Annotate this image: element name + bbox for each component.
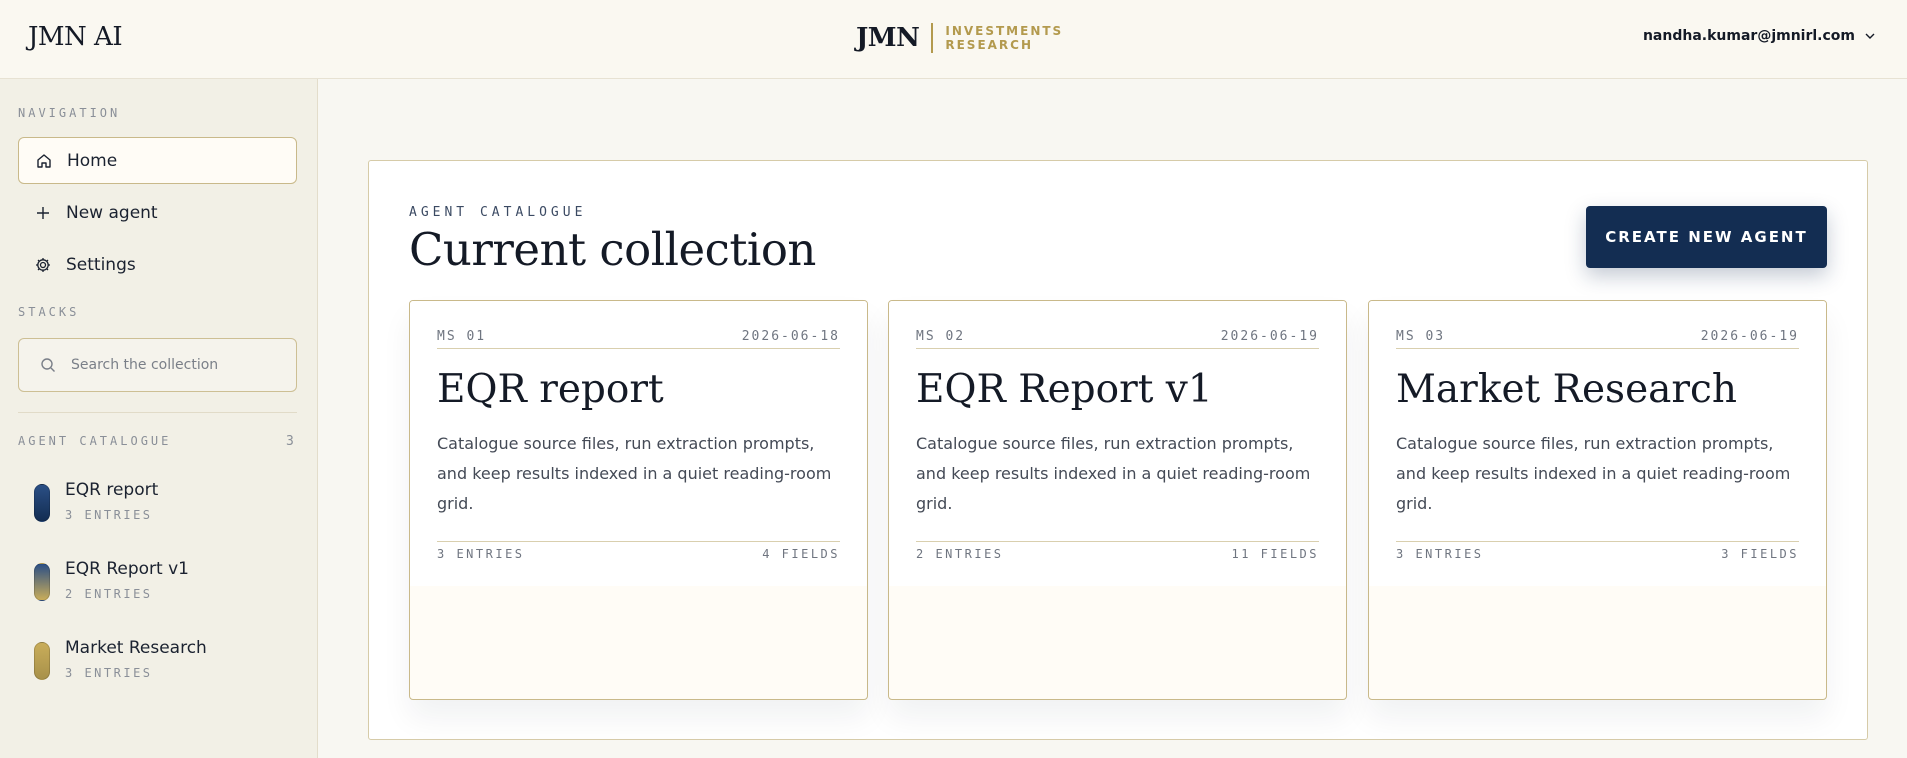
card-number: MS 02	[916, 329, 966, 344]
plus-icon	[37, 206, 49, 219]
card-entries: 2 ENTRIES	[916, 547, 1004, 561]
catalogue-item-name: Market Research	[65, 638, 207, 658]
catalogue-item-market-research[interactable]: Market Research 3 ENTRIES	[30, 638, 290, 692]
sidebar-item-home[interactable]: Home	[18, 137, 297, 184]
sidebar-item-label: New agent	[66, 202, 158, 223]
catalogue-item-name: EQR report	[65, 480, 159, 500]
sidebar-item-settings[interactable]: Settings	[18, 241, 297, 288]
catalogue-item-eqr-report[interactable]: EQR report 3 ENTRIES	[30, 480, 290, 534]
card-date: 2026-06-18	[741, 329, 840, 344]
card-footer: 3 ENTRIES 3 FIELDS	[1396, 541, 1799, 563]
agent-card-market-research[interactable]: MS 03 2026-06-19 Market Research Catalog…	[1368, 300, 1827, 700]
card-body: MS 02 2026-06-19 EQR Report v1 Catalogue…	[889, 301, 1346, 586]
search-icon	[41, 358, 55, 372]
card-footer: 3 ENTRIES 4 FIELDS	[437, 541, 840, 563]
card-description: Catalogue source files, run extraction p…	[437, 434, 832, 513]
card-footer: 2 ENTRIES 11 FIELDS	[916, 541, 1319, 563]
card-entries: 3 ENTRIES	[1396, 547, 1484, 561]
search-box[interactable]	[18, 338, 297, 392]
card-meta: MS 03 2026-06-19	[1396, 329, 1799, 349]
top-header: JMN AI JMN INVESTMENTS RESEARCH nandha.k…	[0, 0, 1907, 79]
chevron-down-icon	[1865, 33, 1875, 39]
agent-card-eqr-report-v1[interactable]: MS 02 2026-06-19 EQR Report v1 Catalogue…	[888, 300, 1347, 700]
card-title: Market Research	[1396, 367, 1738, 412]
card-date: 2026-06-19	[1220, 329, 1319, 344]
catalogue-panel: AGENT CATALOGUE Current collection CREAT…	[368, 160, 1868, 740]
card-body: MS 03 2026-06-19 Market Research Catalog…	[1369, 301, 1826, 586]
search-input[interactable]	[71, 357, 281, 373]
stacks-section-label: STACKS	[18, 305, 80, 319]
card-description: Catalogue source files, run extraction p…	[916, 434, 1311, 513]
nav-section-label: NAVIGATION	[18, 106, 121, 120]
catalogue-item-eqr-report-v1[interactable]: EQR Report v1 2 ENTRIES	[30, 559, 290, 613]
card-body: MS 01 2026-06-18 EQR report Catalogue so…	[410, 301, 867, 586]
gear-icon	[36, 257, 50, 272]
brand-name: JMN	[856, 23, 920, 53]
card-meta: MS 02 2026-06-19	[916, 329, 1319, 349]
catalogue-item-entries: 2 ENTRIES	[65, 587, 153, 601]
create-new-agent-button[interactable]: CREATE NEW AGENT	[1586, 206, 1827, 268]
sidebar-item-new-agent[interactable]: New agent	[18, 189, 297, 236]
card-number: MS 01	[437, 329, 487, 344]
panel-kicker: AGENT CATALOGUE	[409, 205, 587, 220]
sidebar-item-label: Settings	[66, 254, 136, 275]
catalogue-item-name: EQR Report v1	[65, 559, 189, 579]
sidebar-item-label: Home	[67, 150, 118, 171]
agent-card-eqr-report[interactable]: MS 01 2026-06-18 EQR report Catalogue so…	[409, 300, 868, 700]
card-meta: MS 01 2026-06-18	[437, 329, 840, 349]
card-number: MS 03	[1396, 329, 1446, 344]
card-fields: 11 FIELDS	[1231, 547, 1319, 561]
brand-divider	[931, 23, 934, 53]
user-menu[interactable]: nandha.kumar@jmnirl.com	[1643, 28, 1877, 44]
card-title: EQR Report v1	[916, 367, 1213, 412]
page-title: Current collection	[409, 223, 816, 276]
brand-line-2: RESEARCH	[945, 38, 1034, 52]
sidebar: NAVIGATION Home New agent Settings STACK…	[0, 79, 318, 758]
catalogue-item-entries: 3 ENTRIES	[65, 508, 153, 522]
app-title[interactable]: JMN AI	[28, 22, 123, 52]
home-icon	[37, 153, 51, 168]
brand-subtitle: INVESTMENTS RESEARCH	[945, 24, 1065, 52]
card-entries: 3 ENTRIES	[437, 547, 525, 561]
card-fields: 3 FIELDS	[1721, 547, 1799, 561]
catalogue-section-label: AGENT CATALOGUE	[18, 434, 172, 448]
catalogue-count: 3	[286, 434, 294, 449]
card-description: Catalogue source files, run extraction p…	[1396, 434, 1791, 513]
sidebar-divider	[18, 412, 297, 413]
catalogue-item-entries: 3 ENTRIES	[65, 666, 153, 680]
user-email: nandha.kumar@jmnirl.com	[1642, 28, 1855, 44]
catalogue-color-pill	[34, 484, 50, 522]
catalogue-color-pill	[34, 563, 50, 601]
card-title: EQR report	[437, 367, 664, 412]
catalogue-color-pill	[34, 642, 50, 680]
card-fields: 4 FIELDS	[762, 547, 840, 561]
brand-line-1: INVESTMENTS	[945, 24, 1064, 38]
card-date: 2026-06-19	[1700, 329, 1799, 344]
brand-logo: JMN INVESTMENTS RESEARCH	[856, 22, 1065, 54]
